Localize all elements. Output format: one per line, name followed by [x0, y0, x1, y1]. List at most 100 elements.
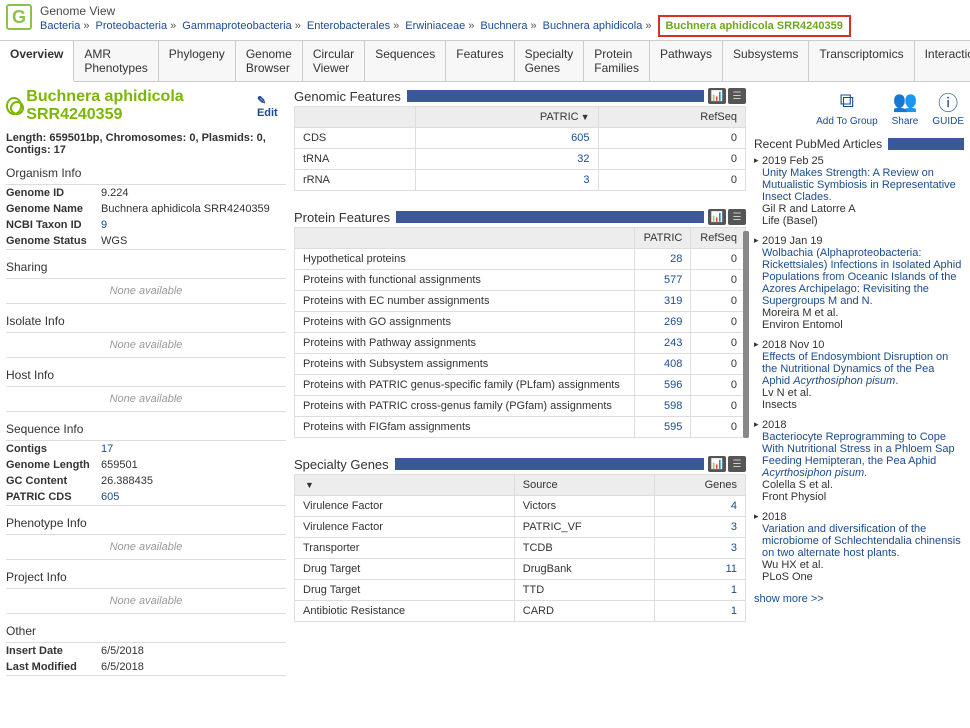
table-cell: 0: [598, 170, 745, 191]
chart-icon[interactable]: 📊: [708, 456, 726, 472]
table-header[interactable]: PATRIC: [634, 228, 691, 249]
table-cell[interactable]: 243: [634, 333, 691, 354]
table-cell: 0: [598, 128, 745, 149]
table-icon[interactable]: ☰: [728, 88, 746, 104]
table-cell[interactable]: 596: [634, 375, 691, 396]
tab-phylogeny[interactable]: Phylogeny: [159, 41, 236, 81]
pubmed-article: 2018Variation and diversification of the…: [754, 511, 964, 583]
chart-icon[interactable]: 📊: [708, 88, 726, 104]
table-cell: 0: [691, 396, 746, 417]
panel-bar: [407, 90, 704, 102]
table-cell: Proteins with EC number assignments: [295, 291, 635, 312]
table-header[interactable]: Source: [514, 475, 654, 496]
table-header[interactable]: [295, 107, 416, 128]
table-cell[interactable]: 269: [634, 312, 691, 333]
tab-pathways[interactable]: Pathways: [650, 41, 723, 81]
guide-button[interactable]: ⓘ GUIDE: [932, 88, 964, 127]
info-value[interactable]: 17: [101, 443, 286, 455]
table-cell[interactable]: 1: [654, 580, 745, 601]
tab-amr-phenotypes[interactable]: AMR Phenotypes: [74, 41, 158, 81]
table-cell: PATRIC_VF: [514, 517, 654, 538]
info-value: 6/5/2018: [101, 645, 286, 657]
none-available: None available: [6, 333, 286, 357]
table-icon[interactable]: ☰: [728, 209, 746, 225]
article-title-link[interactable]: Variation and diversification of the mic…: [762, 523, 961, 559]
table-cell: 0: [691, 249, 746, 270]
article-date: 2019 Jan 19: [762, 235, 964, 247]
table-cell[interactable]: 11: [654, 559, 745, 580]
table-cell: 0: [691, 312, 746, 333]
scrollbar[interactable]: [743, 231, 749, 438]
edit-link[interactable]: ✎ Edit: [257, 94, 286, 119]
table-row: tRNA320: [295, 149, 746, 170]
tab-protein-families[interactable]: Protein Families: [584, 41, 650, 81]
table-cell[interactable]: 319: [634, 291, 691, 312]
table-icon[interactable]: ☰: [728, 456, 746, 472]
table-cell[interactable]: 3: [654, 538, 745, 559]
show-more-link[interactable]: show more >>: [754, 593, 824, 605]
table-header[interactable]: RefSeq: [691, 228, 746, 249]
table-cell[interactable]: 4: [654, 496, 745, 517]
table-cell[interactable]: 1: [654, 601, 745, 622]
info-value[interactable]: 9: [101, 219, 286, 231]
section-host-info: Host Info: [6, 364, 286, 387]
table-header[interactable]: [295, 228, 635, 249]
breadcrumb-link[interactable]: Gammaproteobacteria: [182, 20, 291, 32]
table-header[interactable]: Genes: [654, 475, 745, 496]
breadcrumb-link[interactable]: Erwiniaceae: [405, 20, 465, 32]
panel-bar: [395, 458, 704, 470]
table-cell: Drug Target: [295, 559, 515, 580]
info-value: Buchnera aphidicola SRR4240359: [101, 203, 286, 215]
table-cell[interactable]: 598: [634, 396, 691, 417]
tab-interactions[interactable]: Interactions: [915, 41, 970, 81]
tab-specialty-genes[interactable]: Specialty Genes: [515, 41, 585, 81]
info-value[interactable]: 605: [101, 491, 286, 503]
chart-icon[interactable]: 📊: [708, 209, 726, 225]
breadcrumb-link[interactable]: Proteobacteria: [96, 20, 168, 32]
specialty-genes-table: ▼ Source Genes Virulence FactorVictors4V…: [294, 474, 746, 622]
table-cell: DrugBank: [514, 559, 654, 580]
info-label: Genome Length: [6, 459, 101, 471]
info-value: 9.224: [101, 187, 286, 199]
share-icon: 👥: [892, 88, 918, 114]
table-cell[interactable]: 577: [634, 270, 691, 291]
tab-circular-viewer[interactable]: Circular Viewer: [303, 41, 365, 81]
table-row: Proteins with Subsystem assignments4080: [295, 354, 746, 375]
article-title-link[interactable]: Unity Makes Strength: A Review on Mutual…: [762, 167, 956, 203]
tab-genome-browser[interactable]: Genome Browser: [236, 41, 303, 81]
tab-overview[interactable]: Overview: [0, 41, 74, 82]
table-cell[interactable]: 605: [415, 128, 598, 149]
panel-bar: [888, 138, 964, 150]
share-button[interactable]: 👥 Share: [892, 88, 919, 127]
table-cell[interactable]: 3: [415, 170, 598, 191]
table-cell[interactable]: 28: [634, 249, 691, 270]
table-cell[interactable]: 32: [415, 149, 598, 170]
article-title-link[interactable]: Bacteriocyte Reprogramming to Cope With …: [762, 431, 955, 479]
info-row: Contigs17: [6, 441, 286, 457]
article-title-link[interactable]: Wolbachia (Alphaproteobacteria: Ricketts…: [762, 247, 961, 307]
table-cell[interactable]: 595: [634, 417, 691, 438]
table-cell: Proteins with FIGfam assignments: [295, 417, 635, 438]
table-header[interactable]: ▼: [295, 475, 515, 496]
tab-features[interactable]: Features: [446, 41, 514, 81]
table-row: Antibiotic ResistanceCARD1: [295, 601, 746, 622]
table-header[interactable]: PATRIC▼: [415, 107, 598, 128]
genome-icon: G: [6, 4, 32, 30]
breadcrumb-link[interactable]: Enterobacterales: [307, 20, 390, 32]
tab-subsystems[interactable]: Subsystems: [723, 41, 809, 81]
info-row: GC Content26.388435: [6, 473, 286, 489]
table-cell: 0: [598, 149, 745, 170]
table-cell[interactable]: 3: [654, 517, 745, 538]
table-cell[interactable]: 408: [634, 354, 691, 375]
breadcrumb-link[interactable]: Buchnera aphidicola: [543, 20, 643, 32]
breadcrumb-link[interactable]: Buchnera: [480, 20, 527, 32]
article-date: 2018: [762, 511, 964, 523]
article-title-link[interactable]: Effects of Endosymbiont Disruption on th…: [762, 351, 948, 387]
tab-sequences[interactable]: Sequences: [365, 41, 446, 81]
info-label: GC Content: [6, 475, 101, 487]
add-to-group-button[interactable]: ⧉ Add To Group: [816, 88, 878, 127]
breadcrumb-link[interactable]: Bacteria: [40, 20, 80, 32]
table-header[interactable]: RefSeq: [598, 107, 745, 128]
tab-transcriptomics[interactable]: Transcriptomics: [809, 41, 914, 81]
article-journal: PLoS One: [762, 571, 964, 583]
